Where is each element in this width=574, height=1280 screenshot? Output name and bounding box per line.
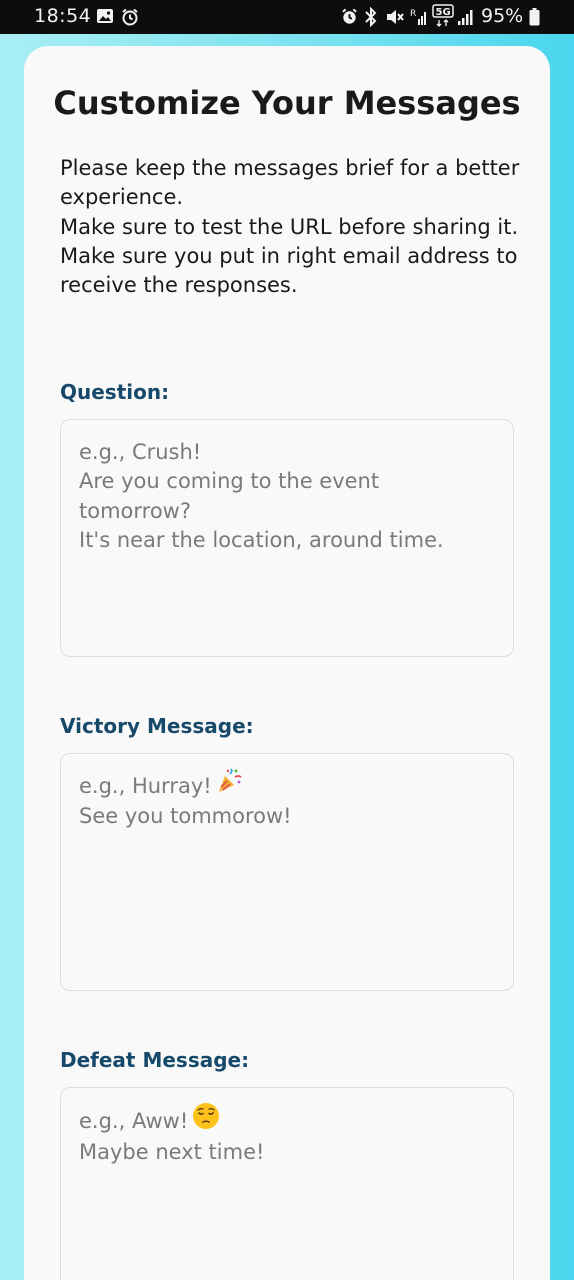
instruction-line: Make sure you put in right email address… [60, 243, 518, 298]
placeholder-line: It's near the location, around time. [79, 527, 444, 552]
placeholder-line: e.g., Crush! [79, 440, 202, 464]
placeholder-line: Maybe next time! [79, 1140, 265, 1165]
status-time: 18:54 [34, 5, 92, 27]
cellular-signal-icon [457, 7, 475, 32]
signal-r-icon: R [410, 7, 428, 32]
network-5g-icon: 5G [432, 4, 454, 33]
customize-card: Customize Your Messages Please keep the … [24, 46, 550, 1280]
victory-message-label: Victory Message: [60, 714, 254, 738]
placeholder-text: e.g., Hurray! [79, 774, 212, 799]
defeat-message-label: Defeat Message: [60, 1048, 250, 1072]
instruction-line: Make sure to test the URL before sharing… [60, 214, 519, 239]
alarm-notification-icon [120, 7, 140, 32]
alarm-icon [340, 7, 359, 31]
pensive-face-icon [192, 1102, 220, 1138]
defeat-message-textarea[interactable]: e.g., Aww! Maybe next time! [60, 1087, 514, 1280]
svg-text:R: R [410, 9, 416, 19]
gallery-notification-icon [96, 7, 114, 30]
placeholder-line: Are you coming to the event tomorrow? [79, 469, 380, 523]
question-textarea[interactable]: e.g., Crush! Are you coming to the event… [60, 419, 514, 657]
bluetooth-icon [363, 6, 379, 32]
battery-percentage: 95% [481, 5, 524, 27]
status-bar: 18:54 R 5G 95% [0, 0, 574, 34]
mute-icon [385, 7, 405, 32]
party-popper-icon [216, 768, 242, 802]
placeholder-line: e.g., Hurray! [79, 768, 495, 802]
placeholder-line: e.g., Aww! [79, 1103, 495, 1138]
page-title: Customize Your Messages [53, 84, 521, 122]
question-label: Question: [60, 380, 170, 404]
instructions: Please keep the messages brief for a bet… [60, 154, 530, 300]
placeholder-text: e.g., Aww! [79, 1109, 189, 1134]
victory-message-textarea[interactable]: e.g., Hurray! See you tommorow! [60, 753, 514, 991]
svg-text:5G: 5G [436, 7, 451, 18]
instruction-line: Please keep the messages brief for a bet… [60, 156, 520, 210]
placeholder-line: See you tommorow! [79, 804, 292, 829]
battery-icon [529, 8, 540, 31]
